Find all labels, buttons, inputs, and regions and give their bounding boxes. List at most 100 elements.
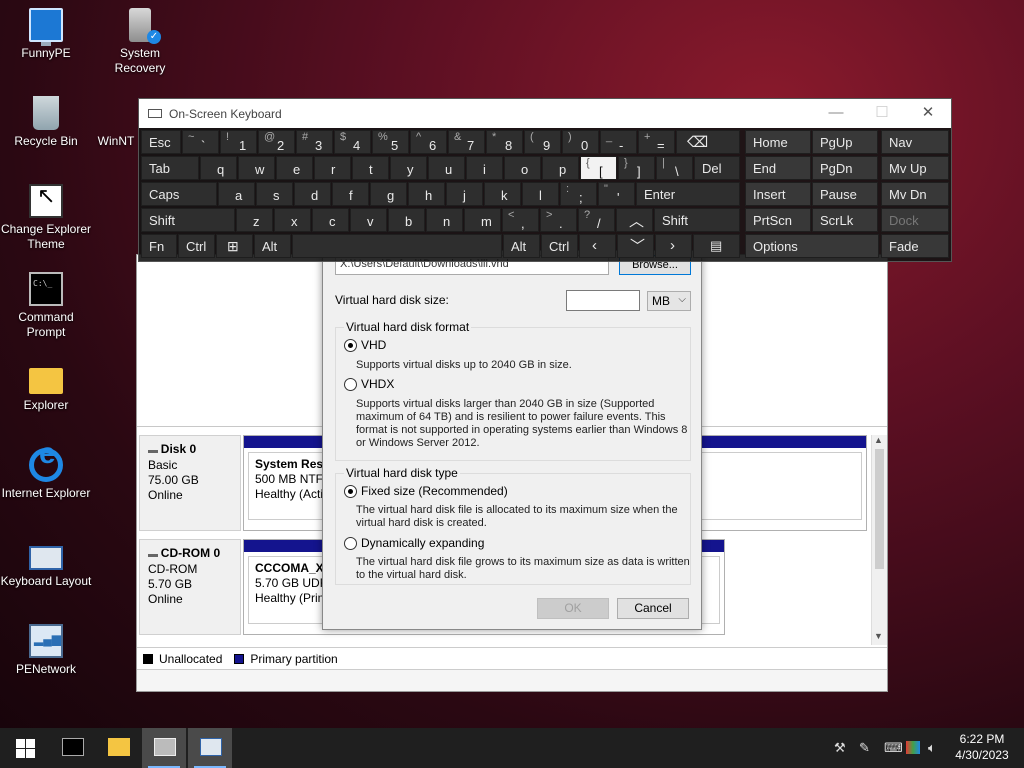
tray-color-icon[interactable] <box>906 741 920 754</box>
key-q[interactable]: q <box>200 156 237 180</box>
key-arrow-left[interactable]: ‹ <box>579 234 616 258</box>
key-ctrl-left[interactable]: Ctrl <box>178 234 215 258</box>
dynamically-expanding-radio[interactable]: Dynamically expanding <box>344 536 484 550</box>
taskbar-clock[interactable]: 6:22 PM 4/30/2023 <box>944 731 1020 763</box>
volume-muted-icon[interactable]: 🔈︎ <box>928 740 936 756</box>
key-del[interactable]: Del <box>694 156 740 180</box>
key-scrlk[interactable]: ScrLk <box>812 208 878 232</box>
key-shift-left[interactable]: Shift <box>141 208 235 232</box>
key-left-bracket[interactable]: {[ <box>580 156 617 180</box>
taskbar-disk-management[interactable] <box>142 728 186 768</box>
radio-unselected[interactable] <box>344 377 357 391</box>
close-icon[interactable]: ✕ <box>905 103 951 125</box>
key-w[interactable]: w <box>238 156 275 180</box>
key-o[interactable]: o <box>504 156 541 180</box>
key-x[interactable]: x <box>274 208 311 232</box>
key-tab[interactable]: Tab <box>141 156 199 180</box>
key-5[interactable]: % 5 <box>372 130 409 154</box>
key-t[interactable]: t <box>352 156 389 180</box>
key-slash[interactable]: ? / <box>578 208 615 232</box>
key-right-bracket[interactable]: }] <box>618 156 655 180</box>
minimize-icon[interactable]: — <box>813 103 859 125</box>
start-button[interactable] <box>4 728 46 768</box>
key-arrow-up[interactable]: ︿ <box>616 208 653 232</box>
key-r[interactable]: r <box>314 156 351 180</box>
tray-pen-icon[interactable]: ✎ <box>859 740 870 756</box>
key-end[interactable]: End <box>745 156 811 180</box>
key-equals[interactable]: + = <box>638 130 675 154</box>
key-space[interactable] <box>292 234 502 258</box>
desktop-icon-internet-explorer[interactable]: Internet Explorer <box>0 446 92 501</box>
key-j[interactable]: j <box>446 182 483 206</box>
key-caps[interactable]: Caps <box>141 182 217 206</box>
key-a[interactable]: a <box>218 182 255 206</box>
key-mv-up[interactable]: Mv Up <box>881 156 949 180</box>
key-v[interactable]: v <box>350 208 387 232</box>
key-s[interactable]: s <box>256 182 293 206</box>
key-9[interactable]: (9 <box>524 130 561 154</box>
key-dock[interactable]: Dock <box>881 208 949 232</box>
vhd-size-input[interactable] <box>566 290 640 311</box>
key-minus[interactable]: _ - <box>600 130 637 154</box>
key-esc[interactable]: Esc <box>141 130 181 154</box>
key-arrow-right[interactable]: › <box>655 234 692 258</box>
key-period[interactable]: >. <box>540 208 577 232</box>
taskbar-on-screen-keyboard[interactable] <box>188 728 232 768</box>
maximize-icon[interactable]: ☐ <box>859 103 905 125</box>
vhdx-format-radio[interactable]: VHDX <box>344 377 394 391</box>
taskbar-explorer[interactable] <box>96 728 140 768</box>
key-e[interactable]: e <box>276 156 313 180</box>
key-shift-right[interactable]: Shift <box>654 208 740 232</box>
key-f[interactable]: f <box>332 182 369 206</box>
radio-selected[interactable] <box>344 338 357 352</box>
key-alt-left[interactable]: Alt <box>254 234 291 258</box>
tray-tool-icon[interactable]: ⚒ <box>834 740 846 756</box>
size-unit-select[interactable]: MB ⌵ <box>647 291 691 311</box>
fixed-size-radio[interactable]: Fixed size (Recommended) <box>344 484 508 498</box>
key-alt-right[interactable]: Alt <box>503 234 540 258</box>
key-comma[interactable]: <, <box>502 208 539 232</box>
key-p[interactable]: p <box>542 156 579 180</box>
scroll-down-icon[interactable]: ▼ <box>874 631 883 641</box>
key-ctrl-right[interactable]: Ctrl <box>541 234 578 258</box>
key-options[interactable]: Options <box>745 234 879 258</box>
key-z[interactable]: z <box>236 208 273 232</box>
key-m[interactable]: m <box>464 208 501 232</box>
key-n[interactable]: n <box>426 208 463 232</box>
key-prtscn[interactable]: PrtScn <box>745 208 811 232</box>
scrollbar-thumb[interactable] <box>875 449 884 569</box>
disk-label[interactable]: Disk 0 Basic 75.00 GB Online <box>139 435 241 531</box>
scroll-up-icon[interactable]: ▲ <box>874 435 883 445</box>
key-home[interactable]: Home <box>745 130 811 154</box>
key-y[interactable]: y <box>390 156 427 180</box>
key-backspace[interactable]: ⌫ <box>676 130 740 154</box>
key-0[interactable]: ) 0 <box>562 130 599 154</box>
key-fn[interactable]: Fn <box>141 234 177 258</box>
key-i[interactable]: i <box>466 156 503 180</box>
key-h[interactable]: h <box>408 182 445 206</box>
key-fade[interactable]: Fade <box>881 234 949 258</box>
key-semicolon[interactable]: :; <box>560 182 597 206</box>
key-quote[interactable]: " ' <box>598 182 635 206</box>
key-pgup[interactable]: PgUp <box>812 130 878 154</box>
tray-keyboard-icon[interactable]: ⌨ <box>884 740 903 756</box>
key-enter[interactable]: Enter <box>636 182 740 206</box>
desktop-icon-change-explorer-theme[interactable]: Change Explorer Theme <box>0 184 92 252</box>
key-grave[interactable]: ~ ` <box>182 130 219 154</box>
desktop-icon-system-recovery[interactable]: System Recovery <box>94 8 186 76</box>
key-mv-dn[interactable]: Mv Dn <box>881 182 949 206</box>
radio-unselected[interactable] <box>344 536 357 550</box>
key-l[interactable]: l <box>522 182 559 206</box>
vertical-scrollbar[interactable]: ▲ ▼ <box>871 435 887 645</box>
key-7[interactable]: & 7 <box>448 130 485 154</box>
osk-title-bar[interactable]: On-Screen Keyboard — ☐ ✕ <box>139 99 951 128</box>
key-2[interactable]: @2 <box>258 130 295 154</box>
desktop-icon-command-prompt[interactable]: Command Prompt <box>0 272 92 340</box>
key-windows[interactable]: ⊞ <box>216 234 253 258</box>
key-pgdn[interactable]: PgDn <box>812 156 878 180</box>
taskbar-command-prompt[interactable] <box>50 728 94 768</box>
desktop-icon-funnype[interactable]: FunnyPE <box>0 8 92 61</box>
desktop-icon-penetwork[interactable]: PENetwork <box>0 624 92 677</box>
key-8[interactable]: * 8 <box>486 130 523 154</box>
cancel-button[interactable]: Cancel <box>617 598 689 619</box>
